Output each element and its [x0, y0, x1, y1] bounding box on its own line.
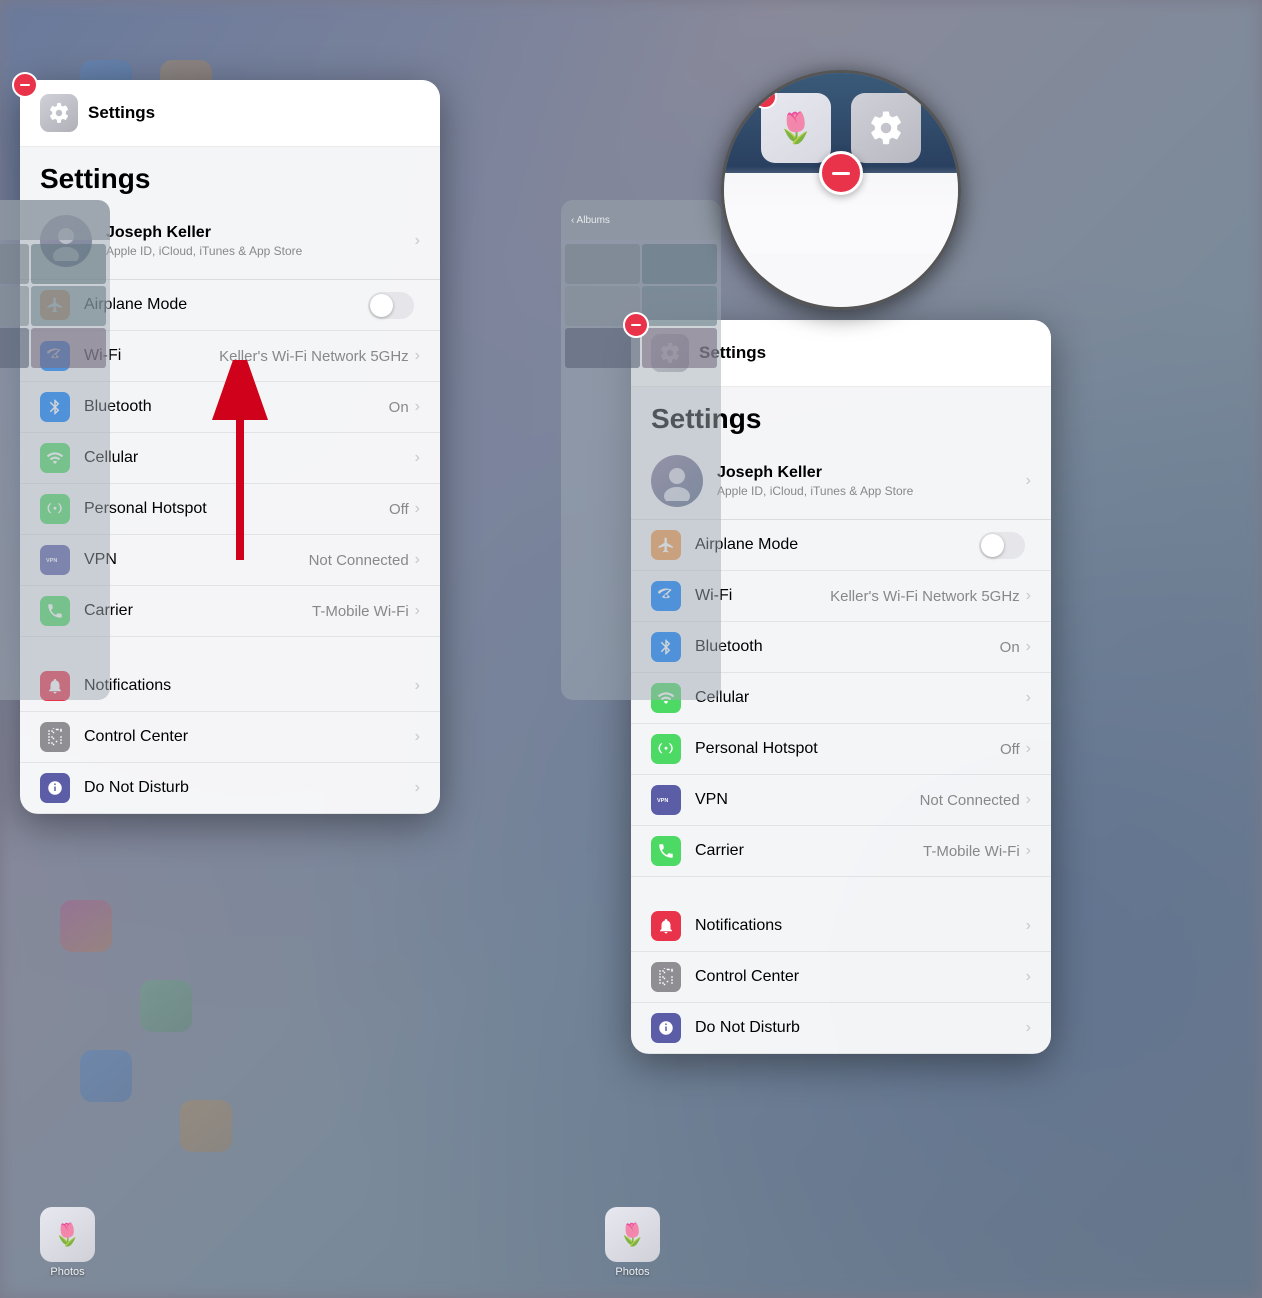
vpn-label: VPN [695, 791, 920, 809]
carrier-chevron: › [1026, 842, 1031, 860]
vpn-value: Not Connected [309, 552, 409, 569]
settings-row-controlcenter[interactable]: Control Center› [20, 712, 440, 763]
right-user-subtitle: Apple ID, iCloud, iTunes & App Store [717, 484, 913, 498]
svg-text:VPN: VPN [657, 798, 668, 804]
right-user-info: Joseph Keller Apple ID, iCloud, iTunes &… [717, 464, 913, 498]
controlcenter-label: Control Center [84, 728, 415, 746]
left-user-chevron: › [415, 232, 420, 250]
cellular-chevron: › [415, 449, 420, 467]
bluetooth-label: Bluetooth [695, 638, 1000, 656]
wifi-chevron: › [1026, 587, 1031, 605]
settings-row-donotdisturb[interactable]: Do Not Disturb› [20, 763, 440, 814]
left-user-info: Joseph Keller Apple ID, iCloud, iTunes &… [106, 224, 302, 258]
right-panel: 🌷 [631, 80, 1051, 1054]
controlcenter-icon [651, 962, 681, 992]
bluetooth-chevron: › [415, 398, 420, 416]
settings-row-donotdisturb[interactable]: Do Not Disturb› [631, 1003, 1051, 1054]
controlcenter-label: Control Center [695, 968, 1026, 986]
left-panel: ‹ Albums Settings Settings [20, 80, 440, 814]
settings-row-carrier[interactable]: CarrierT-Mobile Wi-Fi › [631, 826, 1051, 877]
right-group2: Notifications›Control Center›Do Not Dist… [631, 901, 1051, 1054]
settings-row-notifications[interactable]: Notifications› [631, 901, 1051, 952]
left-user-subtitle: Apple ID, iCloud, iTunes & App Store [106, 244, 302, 258]
right-dock-photos: 🌷 Photos [605, 1207, 660, 1278]
right-user-chevron: › [1026, 472, 1031, 490]
carrier-value: T-Mobile Wi-Fi [312, 603, 409, 620]
donotdisturb-label: Do Not Disturb [695, 1019, 1026, 1037]
left-delete-badge[interactable] [12, 72, 38, 98]
right-user-name: Joseph Keller [717, 464, 913, 482]
settings-row-vpn[interactable]: VPNVPNNot Connected› [631, 775, 1051, 826]
hotspot-value: Off [1000, 741, 1020, 758]
zoom-circle: 🌷 [721, 70, 961, 310]
airplane-label: Airplane Mode [84, 296, 368, 314]
notifications-label: Notifications [695, 917, 1026, 935]
vpn-value: Not Connected [920, 792, 1020, 809]
left-dock-photos: 🌷 Photos [40, 1207, 95, 1278]
vpn-chevron: › [1026, 791, 1031, 809]
carrier-chevron: › [415, 602, 420, 620]
wifi-chevron: › [415, 347, 420, 365]
donotdisturb-chevron: › [1026, 1019, 1031, 1037]
right-delete-badge[interactable] [623, 312, 649, 338]
red-arrow-annotation [200, 360, 280, 565]
airplane-label: Airplane Mode [695, 536, 979, 554]
carrier-label: Carrier [84, 602, 312, 620]
controlcenter-icon [40, 722, 70, 752]
right-group-sep [631, 877, 1051, 901]
carrier-icon [651, 836, 681, 866]
hotspot-chevron: › [1026, 740, 1031, 758]
notifications-chevron: › [1026, 917, 1031, 935]
left-user-name: Joseph Keller [106, 224, 302, 242]
carrier-value: T-Mobile Wi-Fi [923, 843, 1020, 860]
vpn-chevron: › [415, 551, 420, 569]
cellular-label: Cellular [695, 689, 1026, 707]
notifications-icon [651, 911, 681, 941]
controlcenter-chevron: › [1026, 968, 1031, 986]
airplane-toggle[interactable] [368, 292, 414, 319]
controlcenter-chevron: › [415, 728, 420, 746]
zoom-delete-badge[interactable] [819, 151, 863, 195]
donotdisturb-icon [651, 1013, 681, 1043]
donotdisturb-label: Do Not Disturb [84, 779, 415, 797]
hotspot-value: Off [389, 501, 409, 518]
left-settings-title: Settings [20, 147, 440, 203]
airplane-toggle[interactable] [979, 532, 1025, 559]
notifications-label: Notifications [84, 677, 415, 695]
wifi-value: Keller's Wi-Fi Network 5GHz [830, 588, 1020, 605]
hotspot-chevron: › [415, 500, 420, 518]
hotspot-icon [651, 734, 681, 764]
vpn-icon: VPN [651, 785, 681, 815]
bluetooth-value: On [389, 399, 409, 416]
settings-row-controlcenter[interactable]: Control Center› [631, 952, 1051, 1003]
settings-row-hotspot[interactable]: Personal HotspotOff › [631, 724, 1051, 775]
donotdisturb-chevron: › [415, 779, 420, 797]
cellular-chevron: › [1026, 689, 1031, 707]
carrier-label: Carrier [695, 842, 923, 860]
notifications-chevron: › [415, 677, 420, 695]
left-header-title: Settings [88, 103, 155, 123]
hotspot-label: Personal Hotspot [695, 740, 1000, 758]
left-settings-icon [40, 94, 78, 132]
bluetooth-value: On [1000, 639, 1020, 656]
donotdisturb-icon [40, 773, 70, 803]
left-card-header: Settings [20, 80, 440, 147]
bluetooth-chevron: › [1026, 638, 1031, 656]
